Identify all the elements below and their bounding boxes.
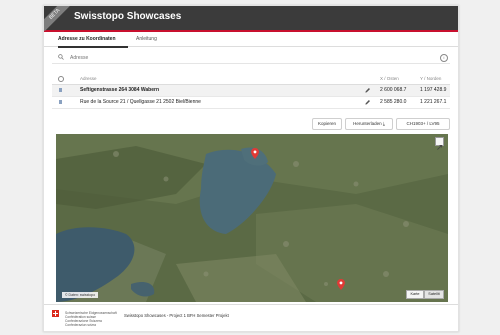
row-y: 1 221 267.1: [420, 99, 447, 105]
search-input[interactable]: [70, 53, 420, 62]
download-button[interactable]: Herunterladen ⤓: [345, 118, 393, 130]
location-marker[interactable]: [337, 279, 345, 290]
row-x: 2 600 068.7: [380, 87, 407, 93]
row-address: Seftigenstrasse 264 3084 Wabern: [80, 87, 160, 93]
footer-project-text: Swisstopo Showcases - Project 1 BFH Seme…: [124, 313, 229, 318]
edit-icon[interactable]: [364, 99, 371, 106]
beta-ribbon: BETA: [44, 6, 72, 32]
copy-button[interactable]: Kopieren: [312, 118, 342, 130]
fullscreen-button[interactable]: [435, 137, 444, 150]
table-row[interactable]: Seftigenstrasse 264 3084 Wabern 2 600 06…: [52, 85, 450, 97]
info-icon[interactable]: i: [440, 54, 448, 62]
map-imagery: [56, 134, 448, 302]
satellite-view-button[interactable]: Satellit: [424, 290, 444, 299]
delete-row-icon[interactable]: [59, 88, 62, 92]
app-title: Swisstopo Showcases: [74, 11, 182, 22]
delete-row-icon[interactable]: [59, 100, 62, 104]
app-header: BETA Swisstopo Showcases: [44, 6, 458, 32]
app-window: BETA Swisstopo Showcases Adresse zu Koor…: [43, 5, 459, 332]
footer: Schweizerische Eidgenossenschaft Confédé…: [44, 304, 458, 331]
confed-line: Confederaziun svizra: [65, 323, 96, 327]
header-address: Adresse: [80, 76, 97, 81]
expand-icon: [437, 144, 443, 150]
address-table: Adresse X / Osten Y / Norden Seftigenstr…: [52, 73, 450, 109]
header-x: X / Osten: [380, 76, 399, 81]
swiss-flag-icon: [52, 310, 59, 317]
confederation-text: Schweizerische Eidgenossenschaft Confédé…: [65, 311, 117, 327]
tab-address-to-coordinates[interactable]: Adresse zu Koordinaten: [58, 32, 128, 48]
edit-icon[interactable]: [364, 87, 371, 94]
select-all-checkbox[interactable]: [58, 76, 64, 82]
table-header-row: Adresse X / Osten Y / Norden: [52, 73, 450, 85]
tab-bar: Adresse zu Koordinaten Anleitung: [44, 32, 458, 48]
satellite-map[interactable]: © Daten: swisstopo Karte Satellit: [56, 134, 448, 302]
header-y: Y / Norden: [420, 76, 442, 81]
search-bar: i: [52, 52, 450, 64]
map-attribution: © Daten: swisstopo: [62, 292, 99, 298]
table-row[interactable]: Rue de la Source 21 / Quellgasse 21 2502…: [52, 97, 450, 109]
row-x: 2 585 280.0: [380, 99, 407, 105]
map-view-button[interactable]: Karte: [406, 290, 424, 299]
crs-select[interactable]: CH1903+ / LV95: [396, 118, 450, 130]
row-y: 1 197 428.9: [420, 87, 447, 93]
location-marker[interactable]: [251, 148, 259, 159]
row-address: Rue de la Source 21 / Quellgasse 21 2502…: [80, 99, 201, 105]
search-icon: [58, 54, 64, 60]
tab-instructions[interactable]: Anleitung: [136, 32, 166, 46]
